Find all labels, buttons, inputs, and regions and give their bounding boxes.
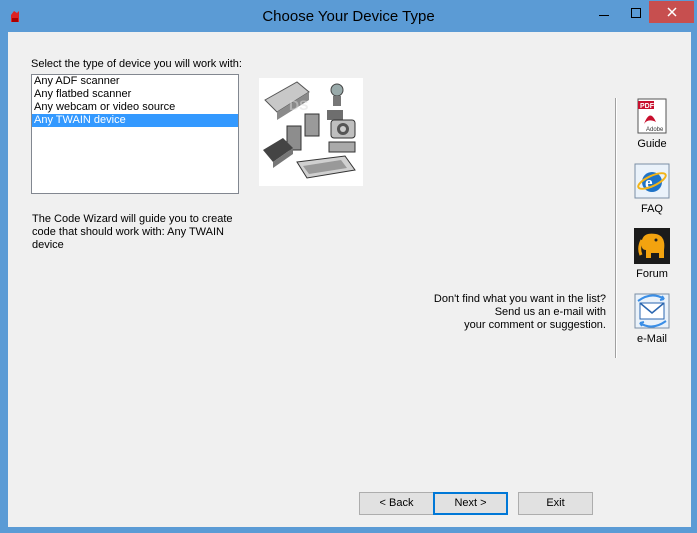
maximize-icon	[631, 8, 641, 18]
svg-text:PDF: PDF	[640, 103, 655, 110]
device-prompt: Select the type of device you will work …	[31, 58, 242, 70]
contact-hint-line: Send us an e-mail with	[494, 306, 606, 318]
vertical-divider	[615, 98, 617, 358]
email-icon	[634, 293, 670, 329]
list-item[interactable]: Any webcam or video source	[32, 101, 238, 114]
contact-hint: Don't find what you want in the list? Se…	[398, 293, 606, 332]
email-button[interactable]: e-Mail	[627, 293, 677, 345]
close-button[interactable]	[649, 1, 694, 23]
faq-button[interactable]: e FAQ	[627, 163, 677, 215]
devices-illustration: DS	[259, 78, 363, 186]
internet-explorer-icon: e	[634, 163, 670, 199]
pdf-icon: PDF Adobe	[637, 98, 667, 134]
email-label: e-Mail	[637, 333, 667, 345]
forum-button[interactable]: Forum	[627, 228, 677, 280]
guide-label: Guide	[637, 138, 667, 150]
exit-button[interactable]: Exit	[518, 492, 593, 515]
svg-text:Adobe: Adobe	[646, 127, 664, 133]
wizard-description: The Code Wizard will guide you to create…	[32, 213, 233, 251]
device-type-list[interactable]: Any ADF scanner Any flatbed scanner Any …	[31, 74, 239, 194]
contact-hint-line: Don't find what you want in the list?	[433, 293, 606, 305]
dialog-window: Choose Your Device Type Select the type …	[0, 0, 697, 533]
dialog-body: Select the type of device you will work …	[8, 32, 691, 527]
title-bar[interactable]: Choose Your Device Type	[1, 1, 696, 32]
contact-hint-line: your comment or suggestion.	[464, 319, 606, 331]
maximize-button[interactable]	[621, 2, 651, 24]
guide-button[interactable]: PDF Adobe Guide	[627, 98, 677, 150]
close-icon	[666, 7, 677, 17]
back-button[interactable]: < Back	[359, 492, 434, 515]
list-item[interactable]: Any flatbed scanner	[32, 88, 238, 101]
list-item[interactable]: Any ADF scanner	[32, 75, 238, 88]
list-item-selected[interactable]: Any TWAIN device	[32, 114, 238, 127]
forum-elephant-icon	[634, 228, 670, 264]
svg-text:DS: DS	[289, 97, 308, 113]
faq-label: FAQ	[640, 203, 663, 215]
minimize-button[interactable]	[589, 2, 619, 24]
minimize-icon	[599, 15, 609, 16]
forum-label: Forum	[636, 268, 668, 280]
next-button[interactable]: Next >	[433, 492, 508, 515]
